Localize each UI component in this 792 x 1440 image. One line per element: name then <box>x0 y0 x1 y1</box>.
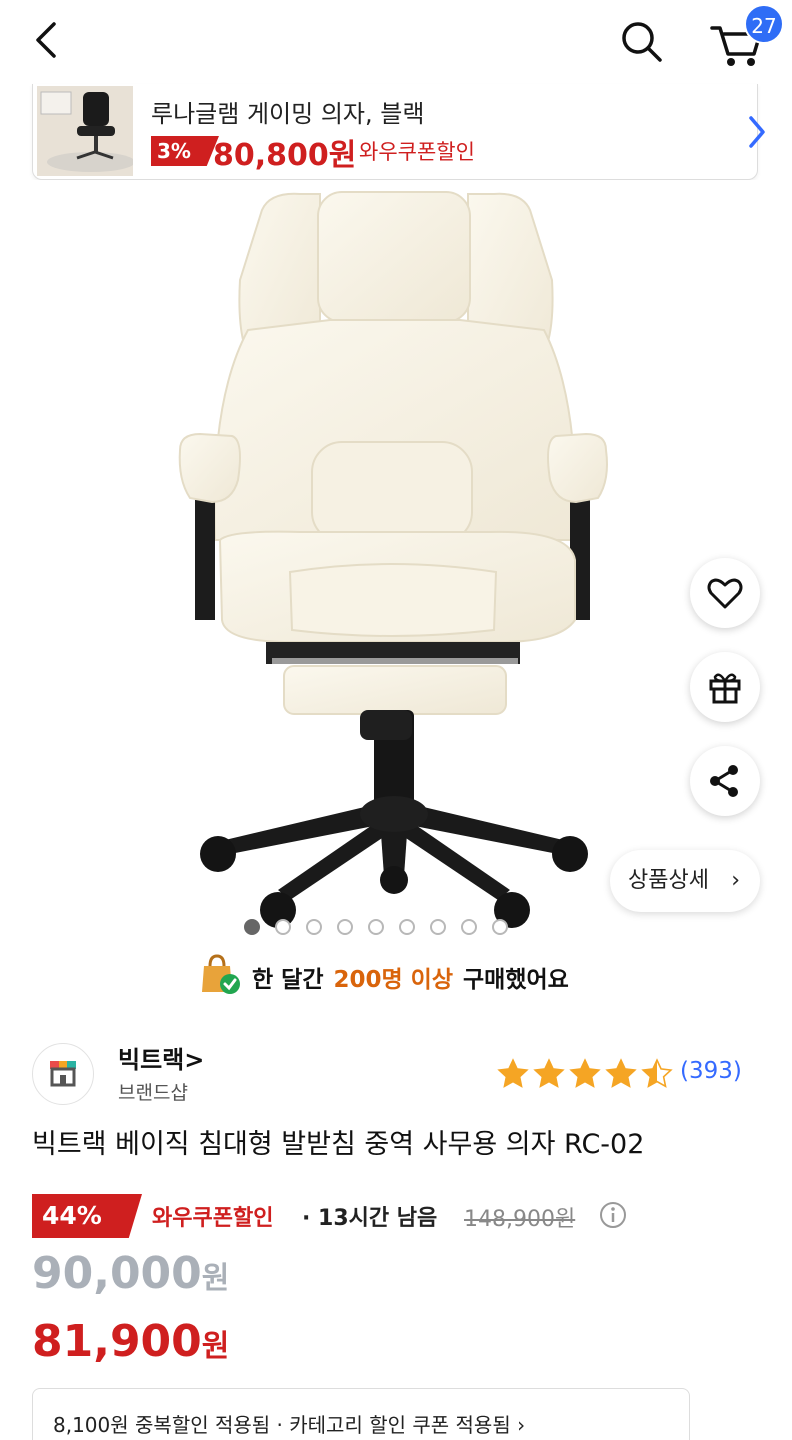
chevron-right-icon: › <box>731 868 740 893</box>
purchase-count-notice: 한 달간 200명 이상 구매했어요 <box>198 952 569 1002</box>
gallery-dot[interactable] <box>275 919 291 935</box>
purchase-count-prefix: 한 달간 <box>252 967 324 993</box>
product-detail-button[interactable]: 상품상세 › <box>610 850 760 912</box>
gallery-pagination[interactable] <box>244 919 508 937</box>
star-icon <box>641 1058 673 1088</box>
brand-logo[interactable] <box>32 1043 94 1105</box>
related-product-thumbnail <box>37 86 133 176</box>
top-bar: 27 <box>0 0 792 84</box>
info-icon[interactable] <box>598 1200 628 1230</box>
discount-badge: 44% <box>32 1194 142 1238</box>
brand-name-link[interactable]: 빅트랙> <box>118 1040 204 1075</box>
search-icon[interactable] <box>616 16 668 68</box>
shopping-bag-check-icon <box>198 952 242 1002</box>
purchase-count-suffix: 구매했어요 <box>463 967 569 993</box>
sale-price: 90,000원 <box>32 1248 229 1299</box>
original-price: 148,900원 <box>464 1207 576 1232</box>
coupon-label: 와우쿠폰할인 <box>152 1206 274 1231</box>
chevron-right-icon[interactable] <box>741 112 771 152</box>
gallery-dot[interactable] <box>461 919 477 935</box>
coupon-price-value: 81,900 <box>32 1316 202 1367</box>
gallery-dot[interactable] <box>337 919 353 935</box>
related-product-title: 루나글램 게이밍 의자, 블랙 <box>151 100 425 128</box>
star-icon <box>569 1058 601 1088</box>
coupon-price-unit: 원 <box>201 1329 230 1364</box>
product-detail-label: 상품상세 <box>628 868 709 893</box>
related-product-coupon: 와우쿠폰할인 <box>359 140 475 164</box>
related-product-banner[interactable]: 루나글램 게이밍 의자, 블랙 3% 80,800원 와우쿠폰할인 <box>32 84 765 180</box>
gallery-dot[interactable] <box>244 919 260 935</box>
coupon-price: 81,900원 <box>32 1316 229 1367</box>
gallery-dot[interactable] <box>492 919 508 935</box>
gallery-dot[interactable] <box>368 919 384 935</box>
star-icon <box>497 1058 529 1088</box>
cart-count-badge: 27 <box>744 4 784 44</box>
review-count-link[interactable]: (393) <box>680 1058 742 1084</box>
gift-icon[interactable] <box>690 652 760 722</box>
related-product-price: 80,800원 <box>213 138 357 173</box>
purchase-count-highlight: 200명 이상 <box>333 967 454 993</box>
related-product-discount: 3% <box>151 136 219 166</box>
applied-discount-card[interactable]: 8,100원 중복할인 적용됨 · 카테고리 할인 쿠폰 적용됨 › <box>32 1388 690 1440</box>
gallery-dot[interactable] <box>306 919 322 935</box>
brand-shop-label: 브랜드샵 <box>118 1082 188 1104</box>
sale-price-unit: 원 <box>201 1261 230 1296</box>
sale-price-value: 90,000 <box>32 1248 202 1299</box>
star-icon <box>533 1058 565 1088</box>
share-icon[interactable] <box>690 746 760 816</box>
rating-stars[interactable] <box>496 1058 674 1090</box>
applied-discount-text: 8,100원 중복할인 적용됨 · 카테고리 할인 쿠폰 적용됨 › <box>53 1413 526 1437</box>
wishlist-heart-icon[interactable] <box>690 558 760 628</box>
star-icon <box>605 1058 637 1088</box>
product-title: 빅트랙 베이직 침대형 발받침 중역 사무용 의자 RC-02 <box>32 1129 645 1160</box>
product-image[interactable] <box>0 180 792 940</box>
gallery-dot[interactable] <box>399 919 415 935</box>
back-arrow-icon[interactable] <box>26 18 70 62</box>
gallery-dot[interactable] <box>430 919 446 935</box>
time-left: · 13시간 남음 <box>302 1206 438 1231</box>
